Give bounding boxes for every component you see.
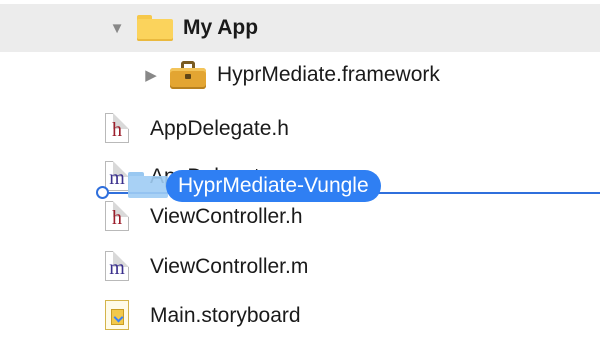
dragged-folder-icon: [128, 172, 168, 198]
storyboard-file-icon: [105, 300, 133, 332]
drop-insertion-marker: [96, 186, 109, 199]
framework-label: HyprMediate.framework: [217, 63, 440, 86]
dragged-item-label[interactable]: HyprMediate-Vungle: [166, 170, 381, 202]
disclosure-expanded-icon[interactable]: ▼: [108, 20, 126, 37]
group-my-app[interactable]: ▼ My App: [0, 4, 600, 52]
file-label: AppDelegate.h: [150, 117, 289, 140]
file-main-storyboard[interactable]: Main.storyboard: [0, 292, 600, 340]
group-label: My App: [183, 16, 259, 39]
implementation-file-icon: m: [105, 251, 133, 283]
file-label: ViewController.m: [150, 255, 309, 278]
header-file-icon: h: [105, 201, 133, 233]
file-label: Main.storyboard: [150, 304, 301, 327]
file-appdelegate-h[interactable]: h AppDelegate.h: [0, 105, 600, 153]
toolbox-icon: [170, 61, 206, 89]
file-viewcontroller-m[interactable]: m ViewController.m: [0, 243, 600, 291]
folder-icon: [137, 15, 173, 41]
project-navigator: ▼ My App ▶ HyprMediate.framework h AppDe…: [0, 0, 600, 339]
header-file-icon: h: [105, 113, 133, 145]
file-label: ViewController.h: [150, 205, 303, 228]
item-hyprmediate-framework[interactable]: ▶ HyprMediate.framework: [0, 51, 600, 99]
disclosure-collapsed-icon[interactable]: ▶: [142, 66, 160, 84]
